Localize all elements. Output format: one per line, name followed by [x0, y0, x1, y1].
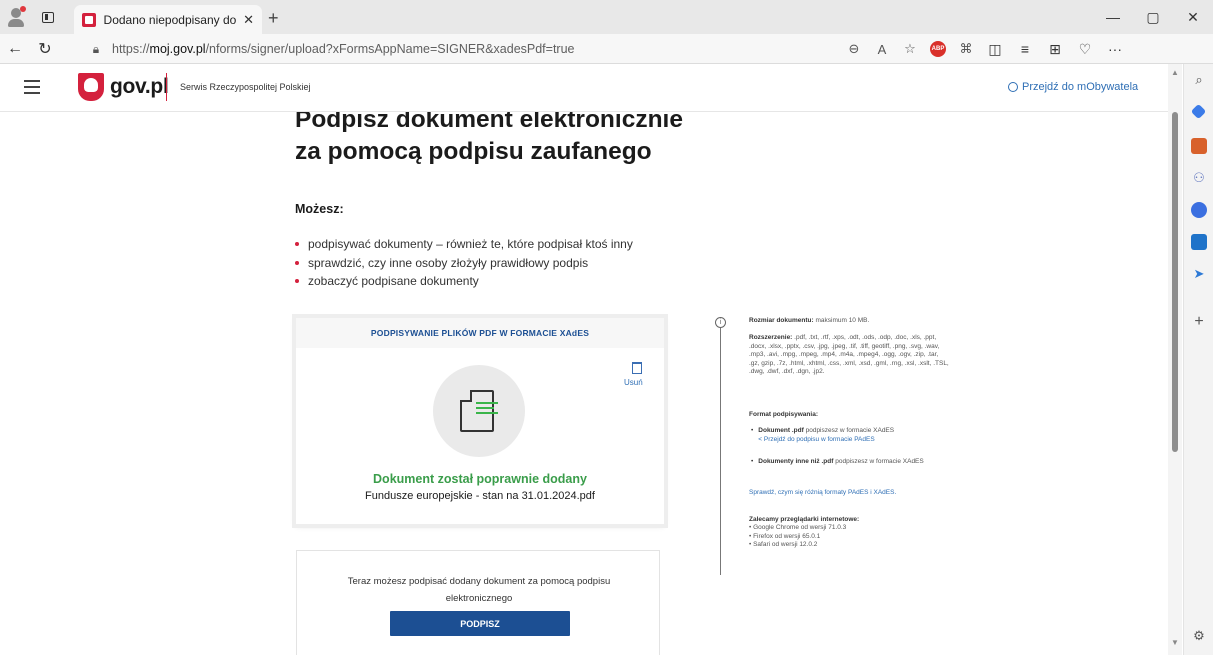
gov-logo[interactable]: gov.pl — [110, 75, 169, 99]
profile-icon[interactable] — [0, 0, 32, 34]
uploaded-file-name: Fundusze europejskie - stan na 31.01.202… — [365, 490, 595, 502]
settings-gear-icon[interactable]: ⚙ — [1191, 628, 1207, 644]
read-aloud-icon[interactable]: A — [868, 37, 896, 61]
browser-essentials-icon[interactable]: ♡ — [1070, 37, 1100, 61]
list-item: • Safari od wersji 12.0.2 — [749, 541, 818, 549]
favorites-icon[interactable]: ≡ — [1010, 37, 1040, 61]
menu-hamburger-icon[interactable] — [24, 80, 40, 94]
polish-eagle-logo-icon — [78, 73, 104, 101]
document-lines-icon — [476, 402, 498, 417]
service-name: Serwis Rzeczypospolitej Polskiej — [180, 82, 311, 92]
mobywatel-icon — [1008, 82, 1018, 92]
collections-icon[interactable]: ⊞ — [1040, 37, 1070, 61]
tag-icon[interactable] — [1190, 103, 1207, 120]
outlook-icon[interactable] — [1191, 234, 1207, 250]
browser-toolbar: ◫ ≡ ⊞ ♡ ··· — [980, 37, 1130, 61]
delete-button[interactable]: Usuń — [624, 378, 643, 387]
list-item: podpisywać dokumenty – również te, które… — [295, 235, 633, 254]
upload-card-title: PODPISYWANIE PLIKÓW PDF W FORMACIE XAdES — [296, 318, 664, 348]
favorite-star-icon[interactable]: ☆ — [896, 37, 924, 61]
pdf-format-info: Dokument .pdf podpiszesz w formacie XAdE… — [749, 427, 949, 444]
capabilities-list: podpisywać dokumenty – również te, które… — [295, 235, 633, 291]
browser-tab-bar: Dodano niepodpisany dokument ✕ + — ▢ ✕ — [0, 0, 1213, 34]
scroll-up-icon[interactable]: ▲ — [1171, 68, 1179, 77]
more-menu-button[interactable]: ··· — [1100, 37, 1130, 61]
tab-actions-button[interactable] — [32, 0, 64, 34]
browser-tab-active[interactable]: Dodano niepodpisany dokument ✕ — [74, 5, 262, 34]
address-bar-actions: ⊖ A ☆ ABP ⌘ — [840, 37, 980, 61]
office-icon[interactable] — [1191, 202, 1207, 218]
format-title: Format podpisywania: — [749, 411, 818, 418]
sign-card: Teraz możesz podpisać dodany dokument za… — [296, 550, 660, 655]
add-sidebar-app-icon[interactable]: + — [1191, 313, 1207, 330]
pades-link[interactable]: < Przejdź do podpisu w formacie PAdES — [758, 436, 874, 443]
url-text: https://moj.gov.pl/nforms/signer/upload?… — [112, 42, 575, 56]
url-field[interactable]: 🔒︎ https://moj.gov.pl/nforms/signer/uplo… — [88, 37, 878, 61]
info-icon: i — [715, 317, 726, 328]
compare-formats-link[interactable]: Sprawdź, czym się różnią formaty PAdES i… — [749, 489, 949, 498]
lock-icon: 🔒︎ — [92, 41, 100, 56]
size-info: Rozmiar dokumentu: maksimum 10 MB. — [749, 317, 870, 324]
capabilities-heading: Możesz: — [295, 202, 344, 216]
send-icon[interactable]: ➤ — [1191, 266, 1207, 282]
adblock-icon[interactable]: ABP — [930, 41, 946, 57]
logo-divider — [166, 73, 167, 101]
window-close-button[interactable]: ✕ — [1173, 0, 1213, 34]
restore-button[interactable]: ▢ — [1133, 0, 1173, 34]
edge-sidebar: ⌕ ⚇ ➤ + ⚙ — [1183, 64, 1213, 655]
tab-title: Dodano niepodpisany dokument — [103, 12, 238, 27]
upload-success-message: Dokument został poprawnie dodany — [373, 472, 587, 486]
scroll-thumb[interactable] — [1172, 112, 1178, 452]
main-content: Podpisz dokument elektronicznie za pomocą… — [0, 112, 1168, 655]
toolbox-icon[interactable] — [1191, 138, 1207, 154]
mobywatel-link[interactable]: Przejdź do mObywatela — [1008, 81, 1138, 93]
close-tab-button[interactable]: ✕ — [243, 12, 254, 28]
info-panel: i Rozmiar dokumentu: maksimum 10 MB. Roz… — [715, 317, 950, 575]
browsers-list: • Google Chrome od wersji 71.0.3 • Firef… — [749, 524, 949, 550]
other-format-info: Dokumenty inne niż .pdf podpiszesz w for… — [749, 458, 949, 467]
refresh-button[interactable]: ↻ — [30, 34, 60, 64]
extensions-info: Rozszerzenie: .pdf, .txt, .rtf, .xps, .o… — [749, 334, 949, 376]
page-title: Podpisz dokument elektronicznie za pomocą… — [295, 112, 683, 165]
list-item: sprawdzić, czy inne osoby złożyły prawid… — [295, 254, 633, 273]
sign-instruction: Teraz możesz podpisać dodany dokument za… — [347, 576, 611, 604]
list-item: • Firefox od wersji 65.0.1 — [749, 532, 821, 540]
new-tab-button[interactable]: + — [268, 8, 279, 29]
tabs-icon — [42, 11, 54, 23]
search-icon[interactable]: ⌕ — [1191, 72, 1207, 88]
upload-card: PODPISYWANIE PLIKÓW PDF W FORMACIE XAdES… — [296, 318, 664, 524]
browser-address-bar: ← ↻ 🔒︎ https://moj.gov.pl/nforms/signer/… — [0, 34, 1213, 92]
page-scrollbar[interactable]: ▲ ▼ — [1168, 64, 1182, 655]
site-header: gov.pl Serwis Rzeczypospolitej Polskiej … — [0, 64, 1168, 112]
extensions-icon[interactable]: ⌘ — [952, 37, 980, 61]
split-screen-icon[interactable]: ◫ — [980, 37, 1010, 61]
gov-favicon-icon — [82, 12, 96, 27]
sign-button[interactable]: PODPISZ — [390, 611, 570, 636]
window-controls: — ▢ ✕ — [1093, 0, 1213, 34]
scroll-down-icon[interactable]: ▼ — [1171, 638, 1179, 647]
list-item: zobaczyć podpisane dokumenty — [295, 272, 633, 291]
back-button[interactable]: ← — [0, 34, 30, 64]
trash-icon[interactable] — [632, 362, 642, 374]
zoom-icon[interactable]: ⊖ — [840, 37, 868, 61]
people-icon[interactable]: ⚇ — [1191, 170, 1207, 186]
list-item: • Google Chrome od wersji 71.0.3 — [749, 524, 847, 531]
minimize-button[interactable]: — — [1093, 0, 1133, 34]
